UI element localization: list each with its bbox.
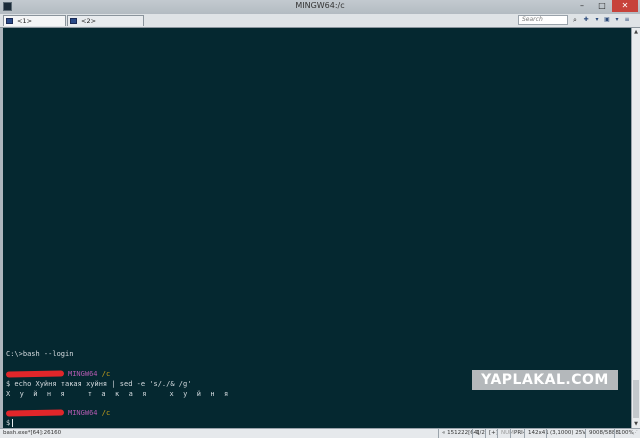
- maximize-button[interactable]: □: [592, 0, 612, 12]
- prompt-path: /c: [101, 409, 111, 417]
- terminal-line-cmd: C:\>bash --login: [6, 350, 74, 358]
- layout-icon[interactable]: ▣: [602, 15, 612, 25]
- scroll-up-icon[interactable]: ▲: [632, 28, 640, 36]
- tab-bar: <1> MINGW64:/c <2> MINGW64:/c/dev/... Se…: [0, 14, 640, 36]
- search-icon[interactable]: ⌕: [571, 15, 579, 25]
- prompt-host: MINGW64: [68, 409, 98, 417]
- status-zoom: 100%: [614, 429, 634, 438]
- title-bar[interactable]: MINGW64:/c – □ ✕: [0, 0, 640, 14]
- status-tab-index: 1/2: [472, 429, 485, 438]
- window-title: MINGW64:/c: [295, 1, 345, 10]
- menu-icon[interactable]: ≡: [622, 15, 632, 25]
- prompt-symbol: $: [6, 419, 11, 427]
- window-controls: – □ ✕: [572, 0, 638, 12]
- terminal-current-prompt[interactable]: $: [6, 419, 14, 427]
- new-console-icon[interactable]: ✚: [581, 15, 591, 25]
- status-bar: bash.exe*[64]:26160 « 151222[64] 1/2 [+]…: [0, 428, 640, 438]
- terminal-output: Х у й н я т а к а я х у й н я: [6, 390, 231, 398]
- console-icon: [6, 18, 13, 24]
- watermark-logo: YAPLAKAL.COM: [472, 370, 618, 390]
- terminal-prompt-1: MINGW64 /c: [5, 370, 111, 378]
- status-pri: PRI‹: [510, 429, 525, 438]
- prompt-host: MINGW64: [68, 370, 98, 378]
- text-cursor: [12, 419, 14, 427]
- close-button[interactable]: ✕: [612, 0, 638, 12]
- minimize-button[interactable]: –: [572, 0, 592, 12]
- search-input[interactable]: Search: [518, 15, 568, 25]
- terminal-command: $ echo Хуйня такая хуйня | sed -e 's/./&…: [6, 380, 192, 388]
- terminal-prompt-2: MINGW64 /c: [5, 409, 111, 417]
- scroll-thumb[interactable]: [633, 380, 639, 418]
- console-icon: [70, 18, 77, 24]
- terminal-area[interactable]: C:\>bash --login MINGW64 /c $ echo Хуйня…: [3, 28, 631, 428]
- tab-2[interactable]: <2> MINGW64:/c/dev/...: [67, 15, 144, 36]
- redacted-username: [5, 409, 65, 417]
- tab-1[interactable]: <1> MINGW64:/c: [3, 15, 66, 36]
- dropdown-arrow-icon[interactable]: ▾: [592, 15, 602, 25]
- dropdown-arrow-icon[interactable]: ▾: [612, 15, 622, 25]
- status-cursor: (3,1000) 25V: [546, 429, 586, 438]
- prompt-path: /c: [101, 370, 111, 378]
- redacted-username: [5, 370, 65, 378]
- status-plus: [+]: [485, 429, 498, 438]
- resize-grip-icon[interactable]: ⋰: [633, 430, 639, 437]
- scroll-down-icon[interactable]: ▼: [632, 420, 640, 428]
- vertical-scrollbar[interactable]: ▲ ▼: [631, 28, 640, 428]
- terminal-window: MINGW64:/c – □ ✕ <1> MINGW64:/c <2> MING…: [0, 0, 640, 438]
- status-process: bash.exe*[64]:26160: [3, 430, 62, 436]
